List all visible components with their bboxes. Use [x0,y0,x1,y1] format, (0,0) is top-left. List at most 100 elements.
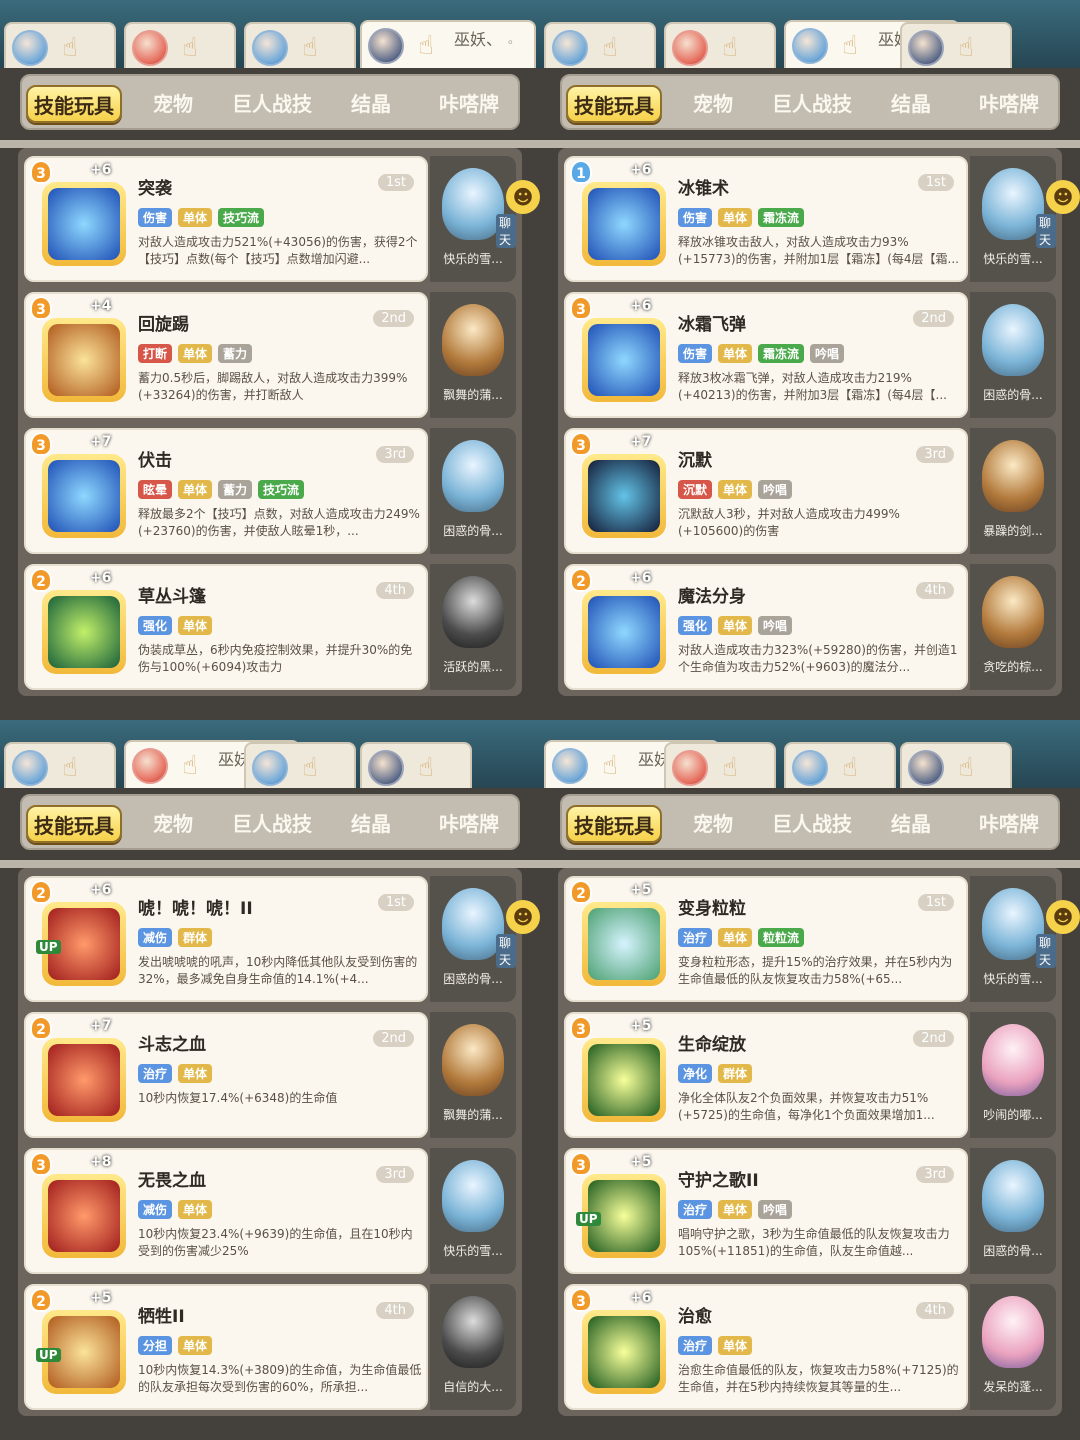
pet-slot[interactable]: 困惑的骨... [970,292,1056,418]
menu-tab-2[interactable]: 巨人战技 [766,85,858,123]
pet-slot[interactable]: 快乐的雪... ☻ 聊天 [970,156,1080,282]
menu-tab-4[interactable]: 咔嗒牌 [966,805,1052,843]
pet-slot[interactable]: 吵闹的嘟... [970,1012,1056,1138]
pet-slot[interactable]: 发呆的蓬... [970,1284,1056,1410]
pet-slot[interactable]: 快乐的雪... [430,1148,516,1274]
skill-tag: 霜冻流 [758,208,805,227]
screenshot-panel: ☝☝☝巫妖、。☝技能玩具宠物巨人战技结晶咔嗒牌1+6冰锥术1st伤害单体霜冻流释… [540,0,1080,720]
skill-card[interactable]: 2 +6 草丛斗篷 4th 强化 单体 伪装成草丛，6秒内免疫控制效果，并提升30%的免伤与… [24,564,428,690]
skill-card[interactable]: 3 +5 UP 守护之歌II 3rd 治疗 单体 吟唱 唱响守护之歌，3秒为生命值最低的队友恢复… [564,1148,968,1274]
player-tab[interactable]: ☝ [664,22,776,68]
chat-icon[interactable]: ☻ [506,900,540,934]
skill-plus-level: +5 [90,1290,112,1306]
menu-tab-3[interactable]: 结晶 [338,85,404,123]
player-tab[interactable]: ☝ [124,22,236,68]
player-tab[interactable]: ☝ [4,742,116,788]
menu-tab-0[interactable]: 技能玩具 [566,805,662,843]
pet-slot[interactable]: 快乐的雪... ☻ 聊天 [970,876,1080,1002]
player-tab[interactable]: ☝ [244,742,356,788]
skill-tag: 单体 [178,616,213,635]
pet-slot[interactable]: 困惑的骨... ☻ 聊天 [430,876,540,1002]
skill-rank: 2nd [373,310,414,327]
skill-tag: 单体 [718,1200,753,1219]
chat-icon[interactable]: ☻ [1046,900,1080,934]
menu-tab-3[interactable]: 结晶 [878,85,944,123]
player-tab[interactable]: ☝ [900,742,1012,788]
pet-slot[interactable]: 困惑的骨... [430,428,516,554]
menu-tab-0[interactable]: 技能玩具 [26,85,122,123]
pet-slot[interactable]: 贪吃的棕... [970,564,1056,690]
skill-card[interactable]: 3 +5 生命绽放 2nd 净化 群体 净化全体队友2个负面效果，并恢复攻击力51%(+57… [564,1012,968,1138]
menu-tab-1[interactable]: 宠物 [140,805,206,843]
menu-tab-2[interactable]: 巨人战技 [226,85,318,123]
skill-description: 沉默敌人3秒，并对敌人造成攻击力499%(+105600)的伤害 [678,507,900,538]
skill-rank: 4th [916,1302,954,1319]
skill-card[interactable]: 3 +7 伏击 3rd 眩晕 单体 蓄力 技巧流 释放最多2个【技巧】点数，对敌人造成攻击力24… [24,428,428,554]
menu-tab-0[interactable]: 技能玩具 [26,805,122,843]
player-avatar [672,30,708,66]
pet-figure [442,576,504,648]
menu-tab-2[interactable]: 巨人战技 [226,805,318,843]
skill-tag: 吟唱 [758,616,793,635]
pet-figure [982,440,1044,512]
skill-description: 伪装成草丛，6秒内免疫控制效果，并提升30%的免伤与100%(+6094)攻击力 [138,643,413,674]
skill-card[interactable]: 2 +6 魔法分身 4th 强化 单体 吟唱 对敌人造成攻击力323%(+59280)的伤害，… [564,564,968,690]
skill-card[interactable]: 3 +7 沉默 3rd 沉默 单体 吟唱 沉默敌人3秒，并对敌人造成攻击力499%(+1056… [564,428,968,554]
skill-name: 无畏之血 [138,1171,206,1191]
skill-card[interactable]: 2 +5 UP 牺牲II 4th 分担 单体 10秒内恢复14.3%(+3809)的生命值，为… [24,1284,428,1410]
skill-tag: 单体 [718,480,753,499]
player-tab[interactable]: ☝ [664,742,776,788]
pet-slot[interactable]: 快乐的雪... ☻ 聊天 [430,156,540,282]
skill-card[interactable]: 3 +4 回旋踢 2nd 打断 单体 蓄力 蓄力0.5秒后，脚踢敌人，对敌人造成攻击力399%… [24,292,428,418]
player-tab[interactable]: ☝ [784,742,896,788]
menu-tab-1[interactable]: 宠物 [140,85,206,123]
player-tab[interactable]: ☝ [4,22,116,68]
skill-card[interactable]: 2 +5 变身粒粒 1st 治疗 单体 粒粒流 变身粒粒形态，提升15%的治疗效果，并在5秒内… [564,876,968,1002]
skill-card[interactable]: 3 +6 冰霜飞弹 2nd 伤害 单体 霜冻流 吟唱 释放3枚冰霜飞弹，对敌人造成攻击力219%… [564,292,968,418]
player-tab[interactable]: ☝ [544,22,656,68]
menu-tab-1[interactable]: 宠物 [680,805,746,843]
menu-tab-2[interactable]: 巨人战技 [766,805,858,843]
skill-tags: 沉默 单体 吟唱 [678,480,793,499]
skill-card[interactable]: 2 +7 斗志之血 2nd 治疗 单体 10秒内恢复17.4%(+6348)的生命值 [24,1012,428,1138]
skill-tag: 伤害 [678,208,713,227]
upgrade-badge: UP [576,1212,601,1226]
skill-icon-frame [582,1038,666,1122]
pet-slot[interactable]: 飘舞的蒲... [430,292,516,418]
skill-card[interactable]: 1 +6 冰锥术 1st 伤害 单体 霜冻流 释放冰锥攻击敌人，对敌人造成攻击力93%(+15… [564,156,968,282]
pet-slot[interactable]: 暴躁的剑... [970,428,1056,554]
skill-plus-level: +7 [90,434,112,450]
menu-tab-1[interactable]: 宠物 [680,85,746,123]
skill-level-badge: 2 [30,1288,52,1312]
skill-card[interactable]: 3 +6 治愈 4th 治疗 单体 治愈生命值最低的队友，恢复攻击力58%(+7125)的生… [564,1284,968,1410]
player-status: 。 [508,32,521,46]
skill-card[interactable]: 3 +6 突袭 1st 伤害 单体 技巧流 对敌人造成攻击力521%(+43056)的伤害，获… [24,156,428,282]
pet-figure [982,1024,1044,1096]
menu-tab-4[interactable]: 咔嗒牌 [426,85,512,123]
pet-slot[interactable]: 活跃的黑... [430,564,516,690]
skill-tags: 治疗 单体 吟唱 [678,1200,793,1219]
hand-icon: ☝ [418,753,434,783]
player-tab[interactable]: ☝ [900,22,1012,68]
pet-slot[interactable]: 自信的大... [430,1284,516,1410]
player-avatar [552,30,588,66]
hand-icon: ☝ [958,33,974,63]
menu-tab-3[interactable]: 结晶 [878,805,944,843]
divider [0,860,540,868]
screenshot-panel: ☝☝巫妖、。☝☝技能玩具宠物巨人战技结晶咔嗒牌2+6UP唬！唬！唬！II1st减… [0,720,540,1440]
player-tab[interactable]: ☝ [360,742,472,788]
menu-tab-0[interactable]: 技能玩具 [566,85,662,123]
player-tab[interactable]: ☝ 巫妖、。 [360,20,536,68]
chat-icon[interactable]: ☻ [1046,180,1080,214]
menu-tab-3[interactable]: 结晶 [338,805,404,843]
skill-card[interactable]: 3 +8 无畏之血 3rd 减伤 单体 10秒内恢复23.4%(+9639)的生命值，且在1… [24,1148,428,1274]
chat-icon[interactable]: ☻ [506,180,540,214]
pet-slot[interactable]: 飘舞的蒲... [430,1012,516,1138]
skill-name: 唬！唬！唬！II [138,899,253,919]
player-tab[interactable]: ☝ [244,22,356,68]
skill-tag: 蓄力 [218,480,253,499]
skill-card[interactable]: 2 +6 UP 唬！唬！唬！II 1st 减伤 群体 发出唬唬唬的吼声，10秒内降低其他队友受… [24,876,428,1002]
menu-tab-4[interactable]: 咔嗒牌 [966,85,1052,123]
menu-tab-4[interactable]: 咔嗒牌 [426,805,512,843]
pet-slot[interactable]: 困惑的骨... [970,1148,1056,1274]
